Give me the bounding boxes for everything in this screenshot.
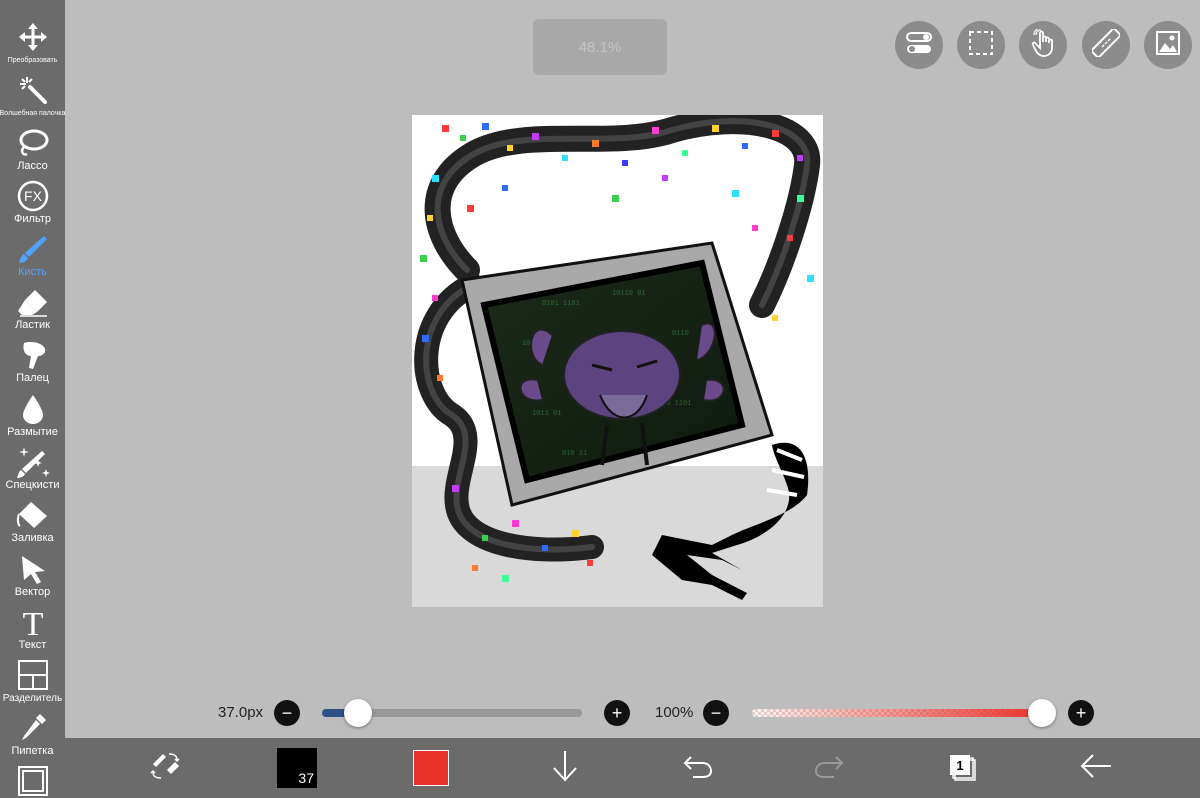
touch-button[interactable]: [1019, 21, 1067, 69]
tool-lasso[interactable]: Лассо: [0, 124, 65, 177]
back-button[interactable]: [1076, 748, 1116, 788]
svg-text:0110: 0110: [672, 330, 689, 338]
cursor-arrow-icon: [16, 552, 50, 586]
opacity-slider-thumb[interactable]: [1028, 699, 1056, 727]
tool-text[interactable]: T Текст: [0, 603, 65, 656]
tool-label: Преобразовать: [7, 57, 58, 64]
lasso-icon: [16, 126, 50, 160]
svg-text:T: T: [22, 606, 43, 639]
tool-label: Текст: [18, 639, 47, 651]
plus-icon: +: [1075, 703, 1087, 723]
svg-text:1011 01: 1011 01: [532, 410, 561, 418]
tool-fill[interactable]: Заливка: [0, 496, 65, 549]
undo-arrow-icon: [681, 753, 713, 784]
tool-brush[interactable]: Кисть: [0, 230, 65, 283]
minus-icon: −: [281, 703, 293, 723]
brush-icon: [16, 232, 50, 266]
brush-size-decrease-button[interactable]: −: [274, 700, 300, 726]
drawing-canvas[interactable]: 0101 110110110 01 10100110 1011 0110 110…: [412, 115, 823, 607]
bottom-toolbar: 37 1: [65, 738, 1200, 798]
canvas-frame-icon: [16, 764, 50, 798]
tool-label: Волшебная палочка: [0, 110, 66, 117]
toggle-switches-icon: [906, 31, 932, 60]
tool-label: Кисть: [18, 266, 47, 278]
frame-divider-icon: [16, 658, 50, 692]
tool-transform[interactable]: Преобразовать: [0, 18, 65, 71]
opacity-value: 100%: [655, 704, 694, 721]
opacity-decrease-button[interactable]: −: [703, 700, 729, 726]
app-window: Преобразовать Волшебная палочка Лассо FX…: [0, 0, 1200, 798]
color-swatch-button[interactable]: [413, 750, 449, 786]
svg-text:0101 1101: 0101 1101: [542, 300, 580, 308]
redo-button[interactable]: [810, 748, 850, 788]
svg-text:FX: FX: [24, 188, 43, 204]
tool-eraser[interactable]: Ластик: [0, 283, 65, 336]
fx-icon: FX: [16, 179, 50, 213]
brush-size-slider-thumb[interactable]: [344, 699, 373, 727]
paint-bucket-icon: [16, 498, 50, 532]
ruler-button[interactable]: [1082, 21, 1130, 69]
move-arrows-icon: [16, 20, 50, 54]
hand-touch-icon: [1030, 26, 1056, 62]
tool-label: Пипетка: [11, 745, 54, 757]
svg-text:010 11: 010 11: [562, 450, 587, 458]
tool-canvas[interactable]: [0, 762, 65, 798]
brush-eraser-swap-icon: [149, 750, 181, 787]
redo-arrow-icon: [814, 753, 846, 784]
arrow-left-icon: [1079, 753, 1113, 784]
layers-count: 1: [956, 757, 964, 773]
tool-filter[interactable]: FX Фильтр: [0, 177, 65, 230]
brush-preview-button[interactable]: 37: [277, 748, 317, 788]
brush-size-value: 37.0px: [218, 704, 264, 721]
magic-wand-icon: [16, 73, 50, 107]
tool-label: Лассо: [17, 160, 48, 172]
image-gallery-button[interactable]: [1144, 21, 1192, 69]
brush-preview-size: 37: [298, 770, 314, 786]
layers-button[interactable]: 1: [943, 748, 983, 788]
tool-label: Спецкисти: [5, 479, 60, 491]
brush-size-increase-button[interactable]: +: [604, 700, 630, 726]
tool-finger[interactable]: Палец: [0, 336, 65, 389]
import-down-button[interactable]: [545, 748, 585, 788]
image-gallery-icon: [1155, 30, 1181, 61]
eraser-icon: [16, 285, 50, 319]
smudge-finger-icon: [16, 338, 50, 372]
tool-special-brush[interactable]: Спецкисти: [0, 443, 65, 496]
undo-button[interactable]: [677, 748, 717, 788]
dashed-selection-icon: [968, 30, 994, 61]
droplet-icon: [16, 392, 50, 426]
left-toolbar: Преобразовать Волшебная палочка Лассо FX…: [0, 0, 65, 798]
text-t-icon: T: [16, 605, 50, 639]
ruler-icon: [1090, 27, 1122, 62]
plus-icon: +: [611, 703, 623, 723]
tool-blur[interactable]: Размытие: [0, 390, 65, 443]
tool-vector[interactable]: Вектор: [0, 550, 65, 603]
svg-text:10110 01: 10110 01: [612, 290, 646, 298]
tool-label: Ластик: [15, 319, 50, 331]
artwork: 0101 110110110 01 10100110 1011 0110 110…: [414, 115, 821, 600]
selection-button[interactable]: [957, 21, 1005, 69]
tool-label: Палец: [16, 372, 49, 384]
tool-magic-wand[interactable]: Волшебная палочка: [0, 71, 65, 124]
tool-label: Фильтр: [14, 213, 51, 225]
opacity-track[interactable]: [752, 709, 1042, 717]
zoom-indicator: 48.1%: [533, 19, 667, 75]
arrow-down-icon: [550, 749, 580, 788]
swap-brush-eraser-button[interactable]: [145, 748, 185, 788]
tool-label: Размытие: [7, 426, 58, 438]
brush-slider-row: 37.0px − + 100% − +: [0, 690, 1200, 734]
minus-icon: −: [710, 703, 722, 723]
layers-stack-icon: 1: [947, 752, 979, 784]
toggle-settings-button[interactable]: [895, 21, 943, 69]
opacity-increase-button[interactable]: +: [1068, 700, 1094, 726]
tool-label: Вектор: [14, 586, 51, 598]
tool-label: Заливка: [11, 532, 54, 544]
sparkle-brush-icon: [16, 445, 50, 479]
